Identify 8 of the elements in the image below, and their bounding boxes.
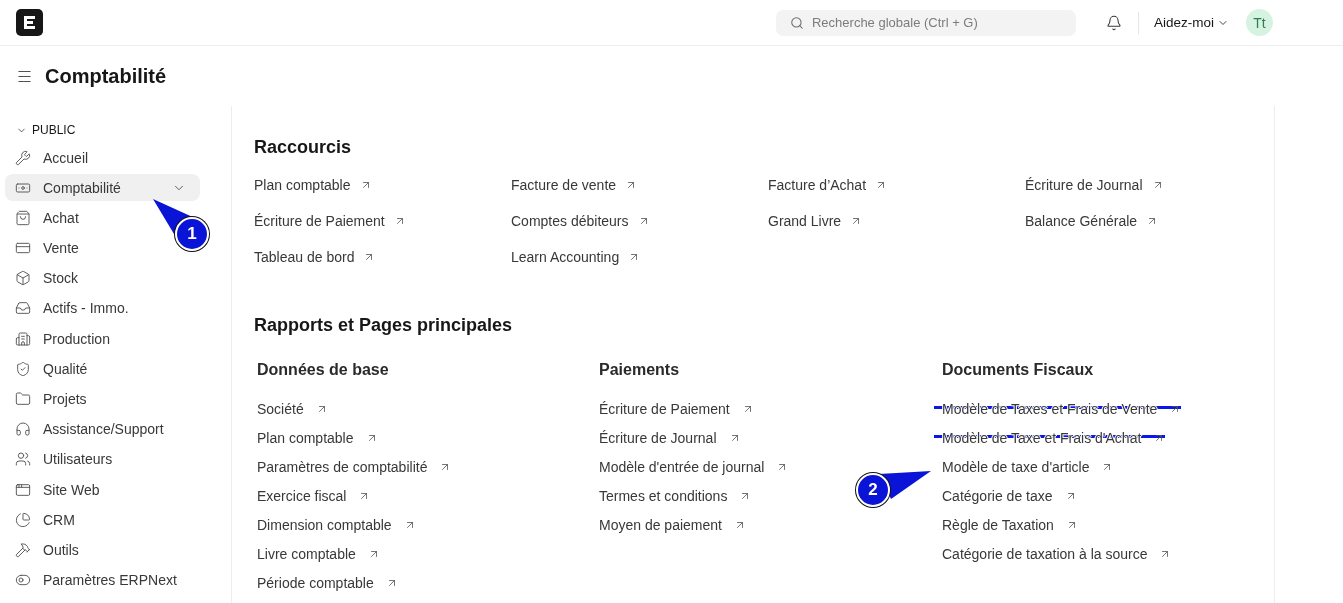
section-title: Rapports et Pages principales (254, 314, 514, 336)
column-title: Données de base (257, 360, 390, 380)
column-title: Documents Fiscaux (942, 360, 1095, 380)
step-marker: 2 (856, 473, 890, 507)
step-marker: 1 (175, 217, 209, 252)
column-title: Paiements (599, 360, 681, 380)
section-title: Raccourcis (254, 136, 353, 158)
page-title: Comptabilité (45, 64, 167, 88)
